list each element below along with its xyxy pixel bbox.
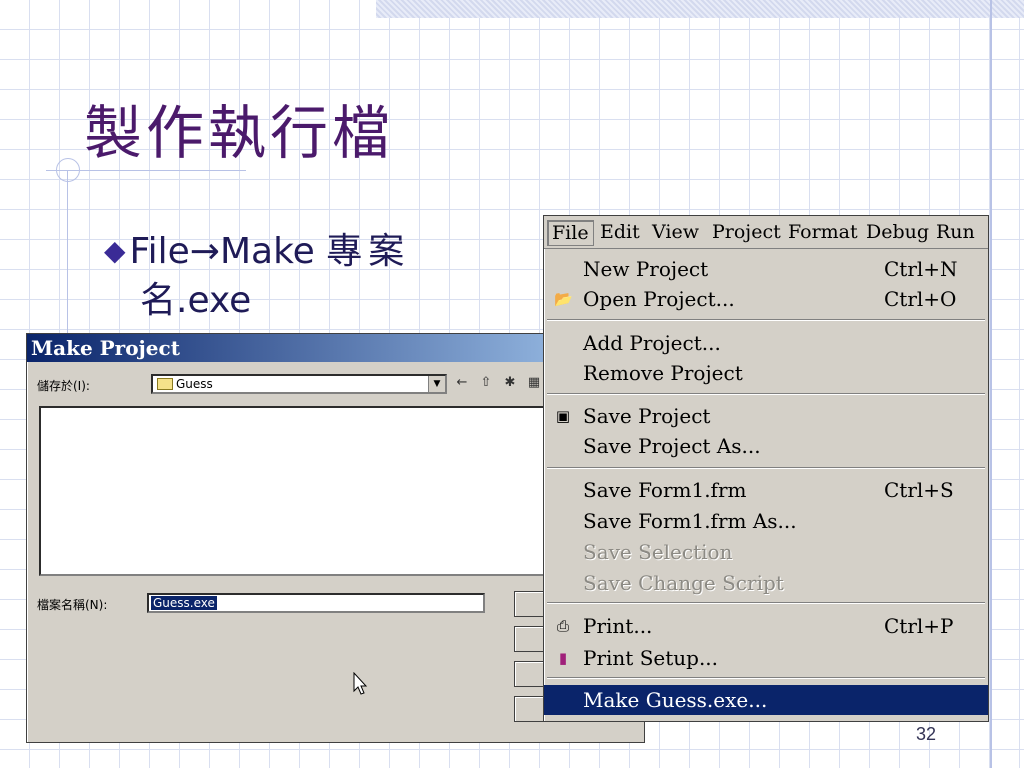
menu-separator xyxy=(547,393,985,395)
menu-item-label: Add Project... xyxy=(583,331,721,355)
menu-separator xyxy=(547,467,985,469)
menubar-run[interactable]: Run xyxy=(932,220,979,244)
menu-item-open-project[interactable]: 📂 Open Project... Ctrl+O xyxy=(544,284,988,314)
menu-item-remove-project[interactable]: Remove Project xyxy=(544,358,988,388)
menu-item-print[interactable]: ⎙ Print... Ctrl+P xyxy=(544,611,988,641)
menu-item-label: Print Setup... xyxy=(583,646,719,670)
menu-item-shortcut: Ctrl+N xyxy=(884,257,958,281)
menu-item-shortcut: Ctrl+P xyxy=(884,614,954,638)
right-decor-line xyxy=(990,0,992,768)
menu-item-label: Save Selection xyxy=(583,540,733,564)
file-name-label: 檔案名稱(N): xyxy=(37,598,108,612)
bullet-cjk-1: 專案 xyxy=(326,231,411,272)
bullet-ext: .exe xyxy=(176,280,252,321)
menu-item-label: Print... xyxy=(583,614,653,638)
menubar-debug[interactable]: Debug xyxy=(862,220,933,244)
save-disk-icon: ▣ xyxy=(555,407,571,425)
menu-item-label: Remove Project xyxy=(583,361,743,385)
menubar: File Edit View Project Format Debug Run xyxy=(544,216,988,249)
menu-item-print-setup[interactable]: ▮ Print Setup... xyxy=(544,643,988,673)
diamond-bullet-icon: ◆ xyxy=(104,234,126,267)
view-menu-icon[interactable]: ▦ xyxy=(525,374,543,392)
menu-item-label: Save Form1.frm xyxy=(583,478,747,502)
file-list[interactable] xyxy=(39,406,559,576)
slide-title: 製作執行檔 xyxy=(84,99,395,167)
file-name-value: Guess.exe xyxy=(151,596,217,610)
bullet-arrow: → xyxy=(189,231,220,272)
menu-item-label: Save Change Script xyxy=(583,571,784,595)
slide-number: 32 xyxy=(916,724,937,744)
bullet-file: File xyxy=(129,231,190,272)
menu-item-save-project-as[interactable]: Save Project As... xyxy=(544,431,988,461)
printer-icon: ⎙ xyxy=(556,617,569,635)
new-folder-icon[interactable]: ✱ xyxy=(501,374,519,392)
file-menu: File Edit View Project Format Debug Run … xyxy=(543,215,989,722)
menu-item-label: Open Project... xyxy=(583,287,735,311)
menu-item-save-change-script: Save Change Script xyxy=(544,568,988,598)
open-folder-icon: 📂 xyxy=(554,290,573,308)
up-folder-icon[interactable]: ⇧ xyxy=(477,374,495,392)
menu-item-save-selection: Save Selection xyxy=(544,537,988,567)
save-in-value: Guess xyxy=(176,377,213,391)
menu-item-label: New Project xyxy=(583,257,709,281)
bullet-cjk-2: 名 xyxy=(140,280,177,321)
menubar-file[interactable]: File xyxy=(547,220,594,246)
folder-icon xyxy=(157,378,173,390)
top-decor-band xyxy=(376,0,1024,18)
menu-item-save-form-as[interactable]: Save Form1.frm As... xyxy=(544,506,988,536)
menubar-format[interactable]: Format xyxy=(784,220,862,244)
menu-item-label: Save Form1.frm As... xyxy=(583,509,797,533)
mouse-cursor-icon xyxy=(353,672,368,695)
menu-item-label: Save Project xyxy=(583,404,711,428)
back-arrow-icon[interactable]: ← xyxy=(453,374,471,392)
bullet-line-1: ◆ File→Make 專案 xyxy=(104,228,410,275)
menu-item-make-exe[interactable]: Make Guess.exe... xyxy=(544,685,988,715)
menu-item-save-project[interactable]: ▣ Save Project xyxy=(544,401,988,431)
menu-item-save-form[interactable]: Save Form1.frm Ctrl+S xyxy=(544,475,988,505)
save-in-label: 儲存於(I): xyxy=(37,379,90,393)
menu-separator xyxy=(547,677,985,679)
bullet-line-2: 名.exe xyxy=(140,278,251,324)
bullet-make: Make xyxy=(219,231,327,272)
save-in-combo[interactable]: Guess ▼ xyxy=(151,374,447,394)
file-name-field[interactable]: Guess.exe xyxy=(147,593,485,613)
menu-item-label: Save Project As... xyxy=(583,434,761,458)
menubar-project[interactable]: Project xyxy=(708,220,785,244)
menu-separator xyxy=(547,319,985,321)
menu-separator xyxy=(547,602,985,604)
menu-item-label: Make Guess.exe... xyxy=(583,688,768,712)
chevron-down-icon[interactable]: ▼ xyxy=(428,376,445,392)
menu-item-shortcut: Ctrl+S xyxy=(884,478,954,502)
decor-circle xyxy=(56,158,80,182)
menubar-view[interactable]: View xyxy=(648,220,703,244)
menu-item-new-project[interactable]: New Project Ctrl+N xyxy=(544,254,988,284)
menu-item-shortcut: Ctrl+O xyxy=(884,287,957,311)
print-setup-icon: ▮ xyxy=(558,649,568,667)
menu-item-add-project[interactable]: Add Project... xyxy=(544,328,988,358)
menubar-edit[interactable]: Edit xyxy=(596,220,644,244)
left-decor-line xyxy=(67,170,68,340)
